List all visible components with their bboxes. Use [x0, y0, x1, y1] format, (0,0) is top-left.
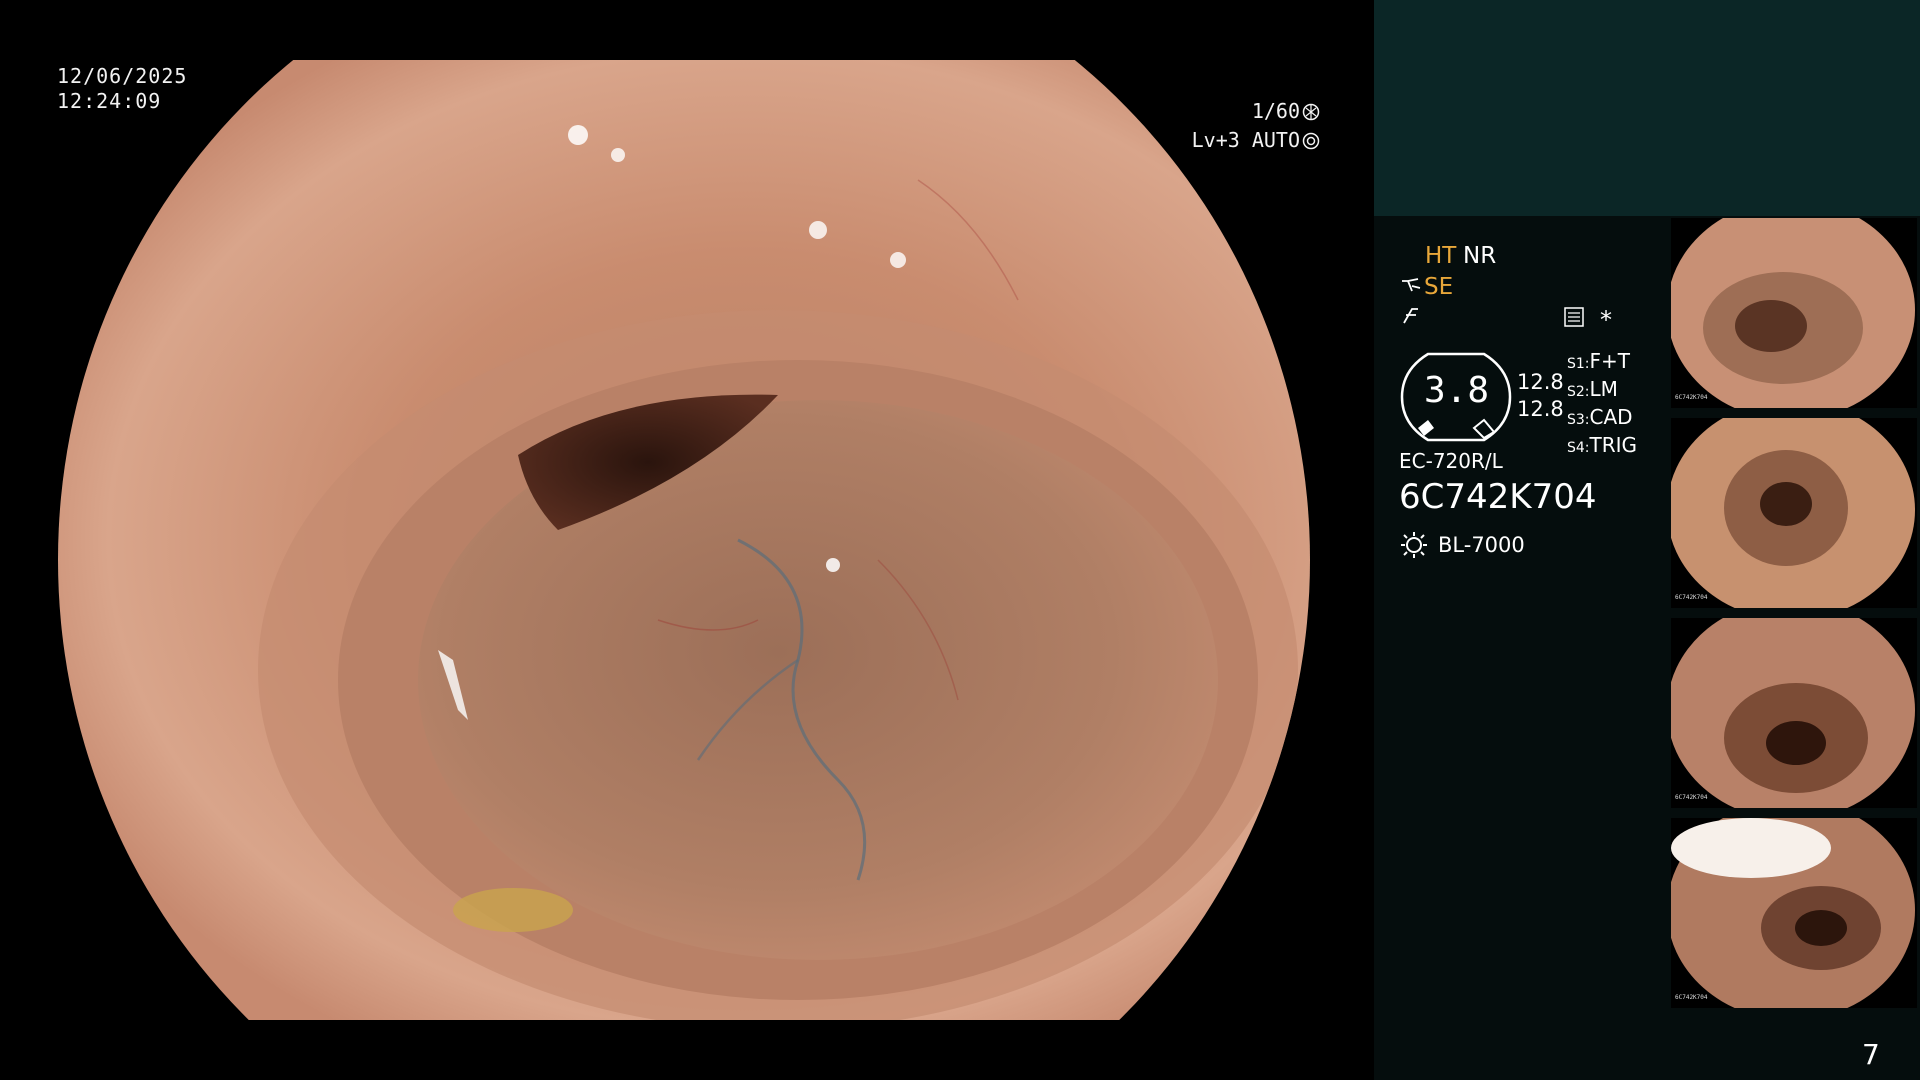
switch-key: S3: [1567, 412, 1590, 428]
thumbnail-serial: 6C742K704 [1675, 994, 1708, 1001]
thumbnail-serial: 6C742K704 [1675, 794, 1708, 801]
recording-icon [1563, 306, 1585, 328]
exposure-mode: AUTO [1251, 128, 1300, 152]
shutter-readout: 1/60 [1160, 98, 1320, 124]
zoom-value: 3.8 [1424, 370, 1490, 411]
exam-date: 12/06/2025 [57, 64, 188, 88]
asterisk-mark: * [1600, 306, 1612, 334]
scope-model: EC-720R/L [1399, 449, 1503, 473]
switch-row: S2:LM [1567, 377, 1637, 405]
zoom-sub-2: 12.8 [1517, 397, 1564, 421]
light-source-icon [1400, 531, 1428, 559]
shutter-speed: 1/60 [1251, 99, 1300, 123]
switch-value: CAD [1589, 405, 1633, 429]
switch-key: S2: [1567, 384, 1590, 400]
auto-exposure-icon [1302, 130, 1320, 150]
switch-value: F+T [1589, 349, 1630, 373]
panel-header-area [1374, 0, 1920, 216]
ht-indicator: HT [1425, 243, 1457, 269]
endoscope-view: 12/06/2025 12:24:09 1/60 Lv+3 AUTO [0, 0, 1372, 1080]
shutter-icon [1302, 101, 1320, 121]
switch-value: TRIG [1589, 433, 1638, 457]
switch-key: S1: [1567, 356, 1590, 372]
thumbnail-serial: 6C742K704 [1675, 594, 1708, 601]
thumbnail-2[interactable]: 6C742K704 [1671, 418, 1917, 608]
structure-enhance-icon [1400, 275, 1422, 297]
switch-row: S3:CAD [1567, 405, 1637, 433]
zoom-sub-1: 12.8 [1517, 370, 1564, 394]
thumbnail-serial: 6C742K704 [1675, 394, 1708, 401]
switch-key: S4: [1567, 440, 1590, 456]
capture-thumbnails: 6C742K704 6C742K704 6C742K704 6C742K704 [1671, 218, 1917, 1008]
nr-indicator: NR [1463, 243, 1497, 269]
se-indicator: SE [1424, 274, 1454, 300]
exam-time: 12:24:09 [57, 89, 162, 113]
exposure-level: Lv+3 [1191, 128, 1240, 152]
thumbnail-3[interactable]: 6C742K704 [1671, 618, 1917, 808]
switch-value: LM [1589, 377, 1618, 401]
freeze-icon [1400, 305, 1422, 327]
light-source-model: BL-7000 [1438, 533, 1525, 557]
switch-row: S1:F+T [1567, 349, 1637, 377]
thumbnail-1[interactable]: 6C742K704 [1671, 218, 1917, 408]
scope-serial: 6C742K704 [1399, 477, 1597, 517]
thumbnail-4[interactable]: 6C742K704 [1671, 818, 1917, 1008]
page-number: 7 [1862, 1038, 1880, 1071]
switch-list: S1:F+T S2:LM S3:CAD S4:TRIG [1567, 349, 1637, 461]
colon-lumen-image [58, 60, 1311, 1020]
exposure-readout: Lv+3 AUTO [1150, 127, 1320, 153]
switch-row: S4:TRIG [1567, 433, 1637, 461]
